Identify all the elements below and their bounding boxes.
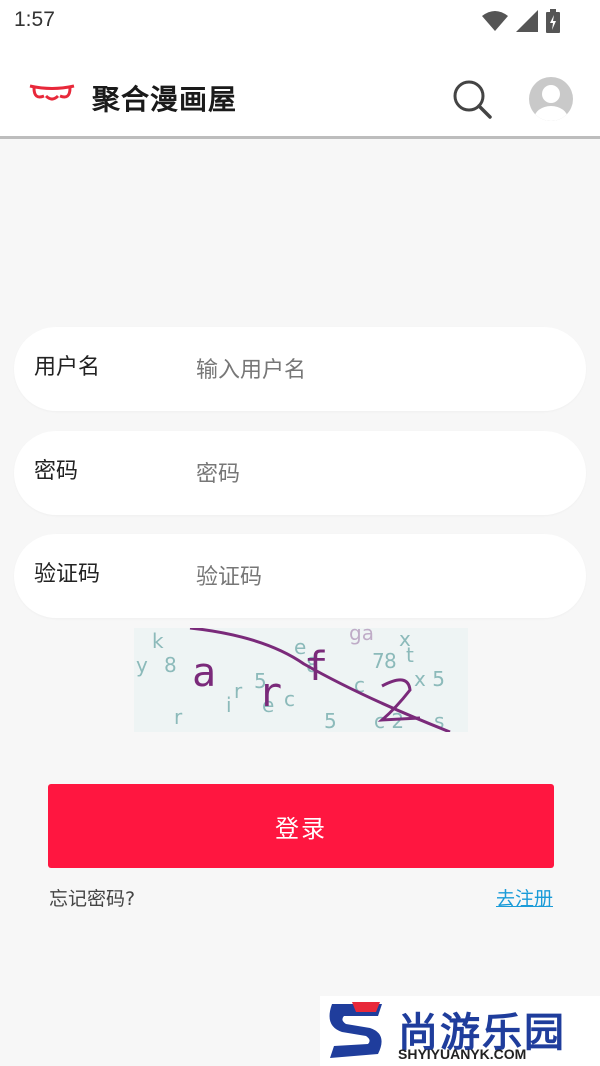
svg-text:8: 8	[164, 653, 177, 677]
svg-text:r: r	[174, 705, 183, 729]
username-label: 用户名	[34, 355, 101, 380]
svg-text:8: 8	[384, 649, 397, 673]
captcha-row: 验证码	[14, 534, 586, 618]
svg-text:y: y	[136, 653, 148, 677]
signal-icon	[516, 10, 538, 32]
app-bar: 聚合漫画屋	[0, 42, 600, 139]
watermark-url: SHYIYUANYK.COM	[398, 1046, 527, 1062]
forgot-password-link[interactable]: 忘记密码?	[49, 884, 135, 911]
avatar-button[interactable]	[529, 77, 573, 121]
avatar-icon	[534, 85, 568, 121]
password-label: 密码	[34, 459, 79, 484]
wifi-icon	[482, 11, 508, 31]
svg-text:c: c	[284, 687, 295, 711]
captcha-graphic: ky 8 r 5e ga xt 7 8x 5 rie c5c c 2 s8 a r f	[136, 628, 451, 732]
captcha-label: 验证码	[34, 562, 101, 587]
status-icons	[482, 9, 560, 33]
svg-text:k: k	[152, 629, 164, 653]
svg-text:x 5: x 5	[414, 667, 445, 691]
svg-text:a: a	[192, 650, 216, 696]
logo-icon	[29, 84, 75, 101]
captcha-input[interactable]	[194, 552, 558, 602]
status-bar: 1:57	[0, 0, 600, 42]
status-time: 1:57	[14, 8, 55, 31]
svg-text:t: t	[406, 643, 414, 667]
watermark: 尚游乐园 SHYIYUANYK.COM	[320, 996, 600, 1066]
svg-text:r: r	[234, 679, 243, 703]
watermark-logo-icon	[329, 1002, 382, 1058]
app-title: 聚合漫画屋	[92, 83, 238, 116]
register-link[interactable]: 去注册	[496, 884, 553, 911]
svg-text:5: 5	[324, 709, 337, 732]
svg-text:r: r	[258, 670, 282, 716]
username-row: 用户名	[14, 327, 586, 411]
search-icon[interactable]	[452, 79, 492, 119]
password-row: 密码	[14, 431, 586, 515]
svg-text:7: 7	[372, 649, 385, 673]
svg-text:ga: ga	[349, 628, 374, 645]
battery-icon	[546, 9, 560, 33]
login-button[interactable]: 登录	[48, 784, 554, 868]
svg-text:f: f	[304, 644, 328, 690]
username-input[interactable]	[194, 345, 558, 395]
captcha-image[interactable]: ky8 r5e ga x t 78x 5 rie c5c c 2s8 a r f	[134, 628, 468, 732]
password-input[interactable]	[194, 449, 558, 499]
svg-text:i: i	[226, 693, 232, 717]
